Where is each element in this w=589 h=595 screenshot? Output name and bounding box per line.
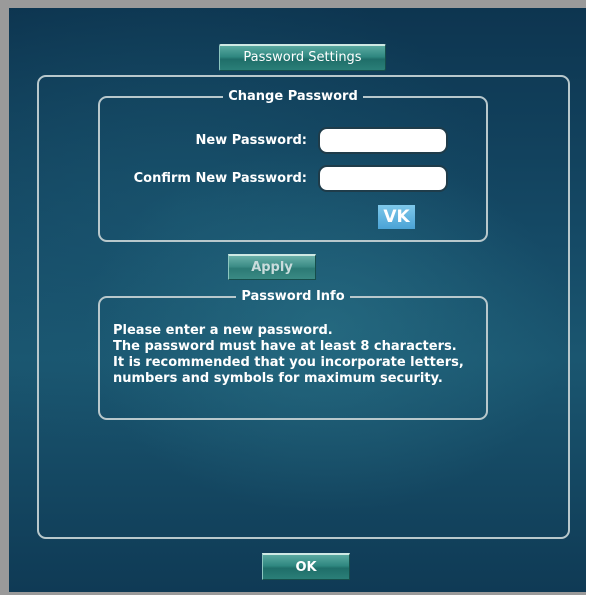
virtual-keyboard-button[interactable]: VK — [378, 205, 415, 229]
new-password-input[interactable] — [318, 127, 448, 154]
info-line: numbers and symbols for maximum security… — [113, 371, 443, 386]
change-password-legend: Change Password — [228, 89, 358, 104]
password-info-legend: Password Info — [241, 289, 345, 304]
info-line: The password must have at least 8 charac… — [113, 339, 457, 354]
password-info-text: Please enter a new password. The passwor… — [113, 323, 473, 387]
password-settings-button[interactable]: Password Settings — [219, 44, 386, 71]
info-line: It is recommended that you incorporate l… — [113, 355, 464, 370]
info-line: Please enter a new password. — [113, 323, 333, 338]
new-password-label: New Password: — [195, 133, 307, 148]
confirm-password-label: Confirm New Password: — [133, 171, 307, 186]
confirm-password-input[interactable] — [318, 165, 448, 192]
ok-button[interactable]: OK — [262, 553, 350, 580]
apply-button[interactable]: Apply — [228, 254, 316, 280]
